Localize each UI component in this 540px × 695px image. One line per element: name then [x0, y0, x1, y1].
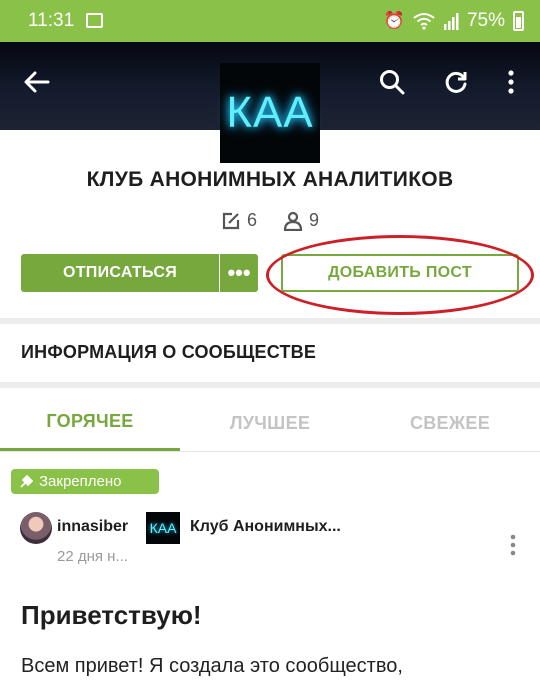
- post-community-name[interactable]: Клуб Анонимных...: [190, 518, 341, 536]
- pinned-label: Закреплено: [39, 473, 122, 490]
- feed-tabs: ГОРЯЧЕЕ ЛУЧШЕЕ СВЕЖЕЕ: [0, 395, 540, 451]
- pinned-badge: Закреплено: [11, 469, 159, 494]
- post-title[interactable]: Приветствую!: [21, 600, 202, 631]
- post-community-logo[interactable]: КАА: [146, 512, 180, 544]
- edit-post-icon: [222, 212, 240, 229]
- community-stats: 6 9: [0, 210, 540, 231]
- unsubscribe-button[interactable]: ОТПИСАТЬСЯ: [21, 254, 219, 292]
- status-bar: 11:31 ⏰ 75%: [0, 0, 540, 42]
- community-title: КЛУБ АНОНИМНЫХ АНАЛИТИКОВ: [86, 168, 454, 191]
- posts-count: 6: [246, 210, 257, 230]
- status-time: 11:31: [28, 10, 75, 31]
- tab-hot[interactable]: ГОРЯЧЕЕ: [0, 395, 180, 451]
- signal-icon: [443, 13, 459, 30]
- post-text[interactable]: Всем привет! Я создала это сообщество,: [21, 655, 403, 678]
- back-arrow-icon[interactable]: [15, 60, 59, 104]
- gallery-notification-icon: [86, 13, 103, 28]
- divider: [0, 318, 540, 324]
- refresh-icon[interactable]: [434, 60, 478, 104]
- alarm-icon: ⏰: [383, 11, 405, 30]
- user-icon: [283, 211, 303, 231]
- community-logo: КАА: [220, 63, 320, 163]
- battery-icon: [513, 11, 524, 31]
- divider: [0, 451, 540, 452]
- tab-new[interactable]: СВЕЖЕЕ: [360, 395, 540, 451]
- post-time: 22 дня н...: [57, 548, 128, 565]
- post-author[interactable]: innasiber: [57, 518, 128, 536]
- post-menu-icon[interactable]: [503, 534, 523, 558]
- community-info-link[interactable]: ИНФОРМАЦИЯ О СООБЩЕСТВЕ: [21, 342, 316, 363]
- wifi-icon: [413, 13, 435, 30]
- status-icons: ⏰ 75%: [384, 10, 524, 32]
- more-options-button[interactable]: •••: [220, 254, 258, 292]
- highlight-annotation: [266, 235, 534, 315]
- tab-best[interactable]: ЛУЧШЕЕ: [180, 395, 360, 451]
- battery-percent: 75%: [466, 10, 505, 31]
- more-vert-icon[interactable]: [489, 60, 533, 104]
- members-count: 9: [309, 210, 320, 230]
- members-stat: 9: [283, 210, 319, 231]
- divider: [0, 382, 540, 388]
- pin-icon: [20, 474, 33, 488]
- search-icon[interactable]: [370, 60, 414, 104]
- posts-stat: 6: [221, 210, 257, 231]
- avatar[interactable]: [20, 512, 52, 544]
